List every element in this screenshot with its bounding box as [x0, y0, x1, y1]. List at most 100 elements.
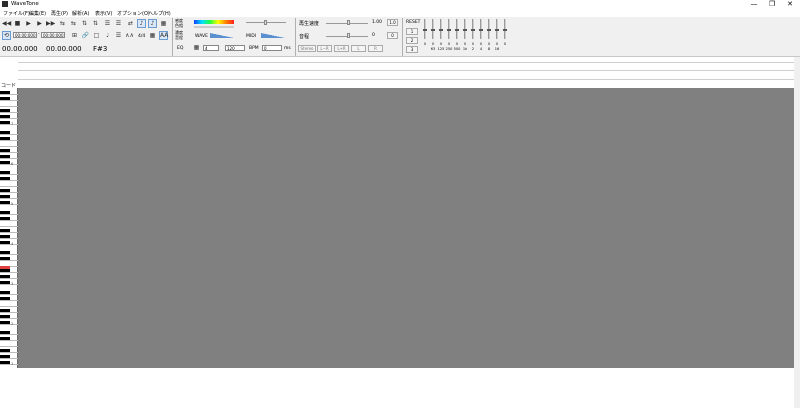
sensitivity-slider[interactable]	[264, 20, 267, 25]
eq-band-knob[interactable]	[455, 29, 459, 31]
offset-field[interactable]: 0	[262, 45, 282, 51]
right-button[interactable]: R	[368, 45, 383, 52]
minimize-button[interactable]: —	[744, 0, 764, 9]
current-note-highlight	[0, 266, 10, 269]
total-time: 00.00.000	[46, 45, 82, 53]
white-key-divider	[0, 364, 18, 365]
clip-icon[interactable]: 🔗	[81, 31, 90, 40]
eq-reset-button[interactable]: RESET	[406, 20, 420, 25]
eq-band-knob[interactable]	[439, 29, 443, 31]
grid-icon[interactable]: ▦	[148, 31, 157, 40]
pitch-slider[interactable]	[347, 33, 350, 38]
zoom-v-in-icon[interactable]: ⇅	[80, 19, 89, 28]
eq-band-frequency: 63	[430, 47, 436, 51]
eq-band-frequency: 16	[494, 47, 500, 51]
left-button[interactable]: L	[351, 45, 366, 52]
pitch-label: 音程	[299, 34, 310, 40]
play-icon-2[interactable]: ▶	[35, 19, 44, 28]
tempo-field[interactable]: 120	[225, 45, 245, 51]
close-button[interactable]: ✕	[780, 0, 800, 9]
eq-band-frequency: 125	[437, 47, 445, 51]
time-set-icon[interactable]: ⊞	[70, 31, 79, 40]
eq-band-knob[interactable]	[495, 29, 499, 31]
spectrum-view[interactable]	[18, 88, 794, 368]
l-minus-r-button[interactable]: L−R	[317, 45, 332, 52]
swap-icon[interactable]: ⇄	[126, 19, 135, 28]
loop-toggle-icon[interactable]: ⟲	[2, 31, 11, 40]
wave-label: WAVE	[195, 34, 208, 39]
current-time: 00.00.000	[2, 45, 38, 53]
eq-band-value: 0	[455, 42, 459, 46]
zoom-in-icon[interactable]: ⇆	[58, 19, 67, 28]
menu-bar: ファイル(F) 編集(E) 再生(P) 解析(A) 表示(V) オプション(O)…	[0, 9, 800, 17]
wave-icon[interactable]: ∧∧	[125, 31, 134, 40]
white-key-divider	[0, 272, 18, 273]
view-mode-1-icon[interactable]: ♪	[137, 19, 146, 28]
eq-band-knob[interactable]	[431, 29, 435, 31]
eq-band-value: 0	[439, 42, 443, 46]
note-icon[interactable]: ♩	[103, 31, 112, 40]
white-key-divider	[0, 346, 18, 347]
tempo-grid-icon[interactable]: ▦	[192, 43, 201, 52]
piano-keyboard[interactable]: 7 6 5 4 3 2 1	[0, 88, 18, 368]
menu-play[interactable]: 再生(P)	[51, 10, 68, 17]
eq-band-knob[interactable]	[463, 29, 467, 31]
menu-analyze[interactable]: 解析(A)	[72, 10, 89, 17]
zoom-out-icon[interactable]: ⇆	[69, 19, 78, 28]
menu-help[interactable]: ヘルプ(H)	[148, 10, 171, 17]
menu-options[interactable]: オプション(O)	[117, 10, 150, 17]
octave-label: 1	[11, 362, 14, 366]
midi-volume-slider[interactable]	[261, 33, 285, 38]
end-time-field[interactable]: 00:00:000	[41, 32, 65, 38]
list-icon[interactable]: ☰	[114, 31, 123, 40]
speed-reset-button[interactable]: 1.0	[387, 19, 398, 26]
speed-slider[interactable]	[347, 20, 350, 25]
start-time-field[interactable]: 00:00:000	[13, 32, 37, 38]
white-key-divider	[0, 294, 18, 295]
maximize-button[interactable]: ❐	[762, 0, 782, 9]
track-3-button[interactable]: 3	[406, 46, 418, 53]
forward-icon[interactable]: ▶▶	[46, 19, 55, 28]
eq-band-value: 0	[423, 42, 427, 46]
beats-field[interactable]: 4	[203, 45, 219, 51]
white-key-divider	[0, 106, 18, 107]
bpm-label: BPM	[249, 46, 259, 51]
menu-edit[interactable]: 編集(E)	[29, 10, 46, 17]
white-key-divider	[0, 214, 18, 215]
eq-band-knob[interactable]	[447, 29, 451, 31]
play-icon[interactable]: ▶	[24, 19, 33, 28]
rewind-icon[interactable]: ◀◀	[2, 19, 11, 28]
menu-file[interactable]: ファイル(F)	[3, 10, 30, 17]
stop-icon[interactable]: ■	[13, 19, 22, 28]
view-mode-3-icon[interactable]: ▦	[159, 19, 168, 28]
speed-value: 1.00	[372, 20, 383, 25]
wave-volume-slider[interactable]	[210, 33, 234, 38]
view-mode-2-icon[interactable]: ♪	[148, 19, 157, 28]
menu-view[interactable]: 表示(V)	[95, 10, 112, 17]
pitch-reset-button[interactable]: 0	[387, 32, 398, 39]
track-1-button[interactable]: 1	[406, 28, 418, 35]
l-plus-r-button[interactable]: L+R	[334, 45, 349, 52]
track-2-button[interactable]: 2	[406, 37, 418, 44]
eq-button[interactable]: EQ	[177, 46, 183, 51]
eq-band-value: 0	[463, 42, 467, 46]
eq-band-knob[interactable]	[471, 29, 475, 31]
white-key-divider	[0, 244, 18, 245]
eq-band-knob[interactable]	[503, 29, 507, 31]
zoom-v-out-icon[interactable]: ⇅	[91, 19, 100, 28]
white-key-divider	[0, 340, 18, 341]
eq-band-knob[interactable]	[479, 29, 483, 31]
white-key-divider	[0, 306, 18, 307]
eq-band-knob[interactable]	[423, 29, 427, 31]
box-icon[interactable]: □	[92, 31, 101, 40]
loop-icon[interactable]: ☰	[103, 19, 112, 28]
vertical-scrollbar[interactable]	[794, 57, 800, 408]
aa-toggle[interactable]: AA	[159, 31, 168, 40]
stereo-button[interactable]: Stereo	[298, 45, 316, 52]
white-key-divider	[0, 204, 18, 205]
spectrum-color-bar[interactable]	[194, 20, 234, 24]
eq-band-knob[interactable]	[487, 29, 491, 31]
time-signature-label[interactable]: 4/4	[138, 34, 145, 39]
eq-band-value: 0	[503, 42, 507, 46]
marker-icon[interactable]: ☰	[114, 19, 123, 28]
